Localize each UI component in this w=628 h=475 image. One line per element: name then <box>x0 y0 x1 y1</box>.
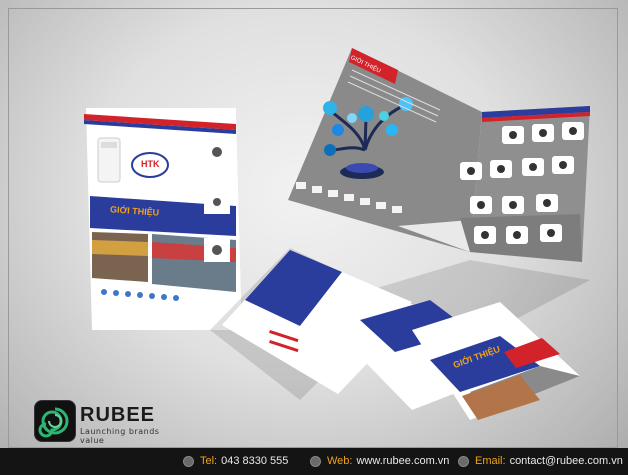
rubee-logo: RUBEE Launching brands value <box>34 400 174 445</box>
cover-logo: HTK <box>141 159 160 169</box>
email-contact: Email: contact@rubee.com.vn <box>458 453 623 469</box>
bullet-icon <box>310 455 321 467</box>
email-label: Email: <box>475 455 506 467</box>
tel-contact: Tel: 043 8330 555 <box>183 453 288 469</box>
brochure-mockup-illustration <box>84 48 590 420</box>
bullet-icon <box>458 455 469 467</box>
rubee-swirl-icon <box>34 400 76 442</box>
web-value[interactable]: www.rubee.com.vn <box>356 455 449 467</box>
brochure-mockup-stage: GIỚI THIỆU GIỚI THIỆU GIỚI THIỆU HTK RUB… <box>0 0 628 475</box>
web-label: Web: <box>327 455 353 467</box>
tel-label: Tel: <box>200 455 218 467</box>
tel-value: 043 8330 555 <box>221 455 289 467</box>
brand-tagline: Launching brands value <box>80 427 160 445</box>
bullet-icon <box>183 455 194 467</box>
web-contact: Web: www.rubee.com.vn <box>310 453 449 469</box>
closed-folder-cover <box>84 108 242 330</box>
email-value[interactable]: contact@rubee.com.vn <box>510 455 623 467</box>
brand-name: RUBEE <box>80 404 156 426</box>
